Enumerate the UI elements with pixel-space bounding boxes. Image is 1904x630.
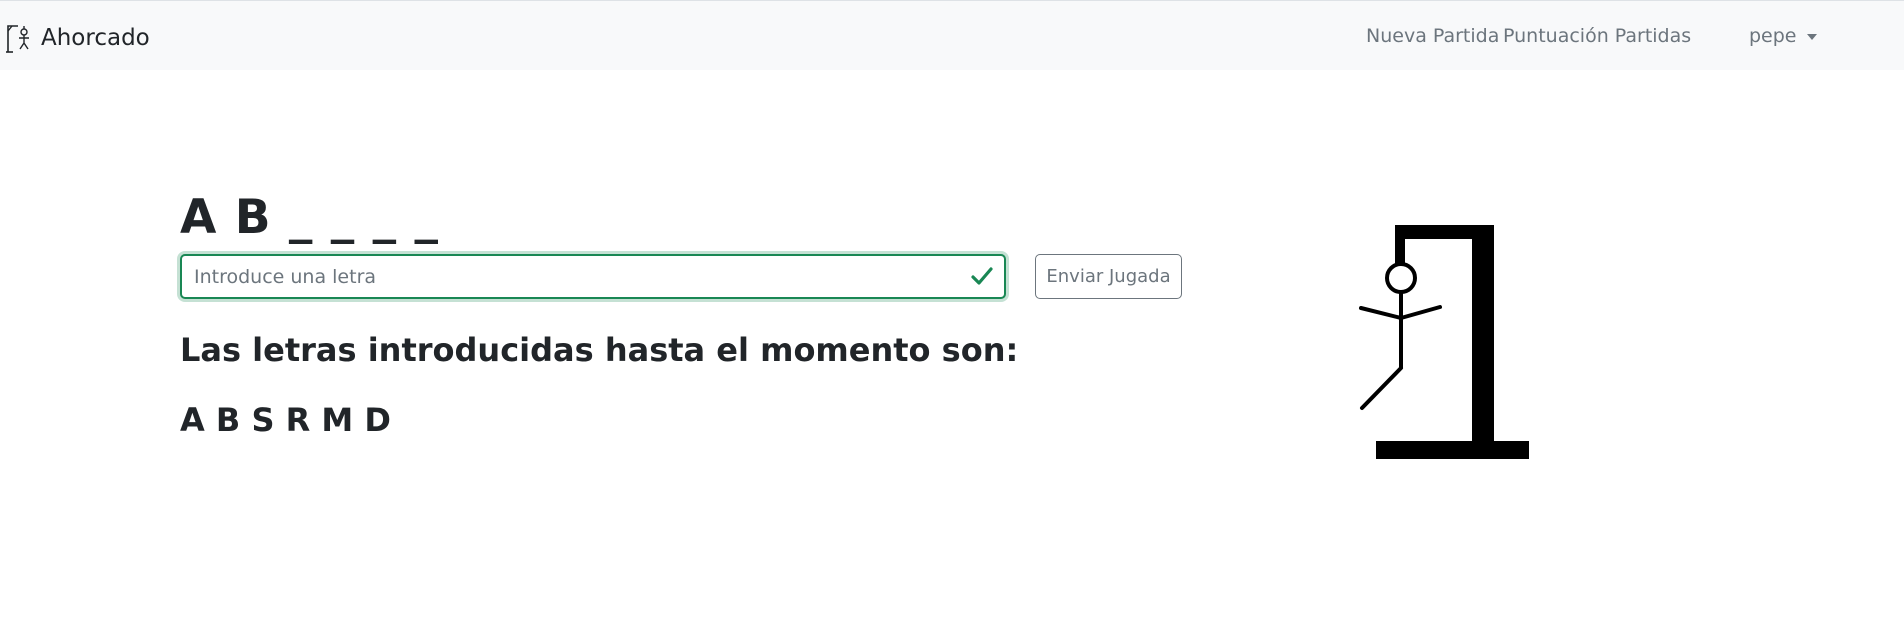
used-letters-heading: Las letras introducidas hasta el momento… (180, 331, 1019, 369)
user-name: pepe (1749, 25, 1797, 47)
used-letters: A B S R M D (180, 401, 391, 439)
hangman-right-arm (1399, 305, 1442, 320)
submit-move-button[interactable]: Enviar Jugada (1035, 254, 1182, 299)
hangman-gallows-drawing (1359, 225, 1529, 459)
gallows-base (1376, 441, 1529, 459)
brand[interactable]: Ahorcado (5, 23, 150, 53)
hangman-left-leg (1360, 366, 1403, 410)
user-menu-dropdown[interactable]: pepe (1749, 25, 1817, 47)
hangman-left-arm (1359, 306, 1403, 320)
letter-input-wrapper (180, 254, 1006, 299)
chevron-down-icon (1806, 34, 1817, 40)
letter-input[interactable] (194, 256, 954, 297)
word-display: A B _ _ _ _ (180, 190, 440, 245)
nav-link-puntuacion-partidas[interactable]: Puntuación Partidas (1503, 25, 1691, 47)
gallows-post (1472, 225, 1494, 445)
gallows-beam (1395, 225, 1494, 239)
gallows-rope (1395, 225, 1405, 267)
check-icon (971, 267, 993, 285)
hangman-head (1385, 262, 1417, 294)
hangman-logo-icon (6, 25, 29, 53)
brand-name: Ahorcado (41, 25, 150, 51)
nav-link-nueva-partida[interactable]: Nueva Partida (1366, 25, 1499, 47)
navbar: Ahorcado Nueva Partida Puntuación Partid… (0, 1, 1904, 70)
